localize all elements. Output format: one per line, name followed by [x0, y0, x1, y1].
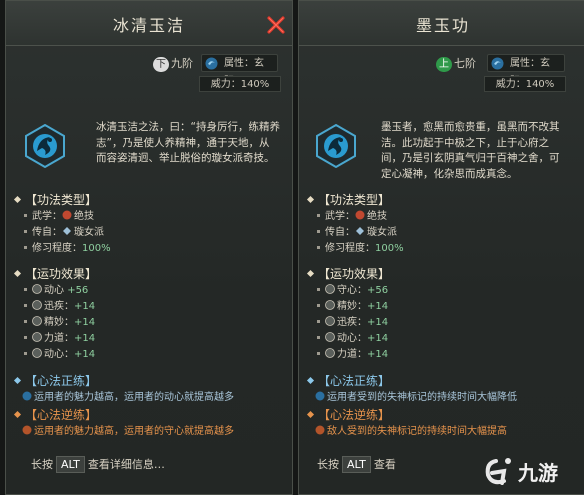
section-effects: 【运功效果】: [306, 266, 390, 282]
yin-swirl-icon: [315, 391, 325, 401]
positive-practice-text: 运用者受到的失神标记的持续时间大幅降低: [315, 391, 517, 405]
section-positive-practice: 【心法正练】: [306, 373, 390, 389]
speed-icon: [325, 316, 335, 326]
power-value: 威力：140%: [484, 76, 566, 92]
section-positive-practice: 【心法正练】: [13, 373, 97, 389]
yin-swirl-icon: [22, 391, 32, 401]
effect-line: 力道：+14: [22, 332, 95, 346]
desc-line: 洁。此功起于中极之下，止于心府之: [381, 136, 549, 149]
effect-line: 动心：+14: [22, 348, 95, 362]
fist-icon: [62, 210, 72, 220]
effect-line: 动心 +56: [22, 284, 88, 298]
desc-line: 墨玉者，愈黑而愈贵重，虽黑而不改其: [381, 121, 560, 133]
skill-emblem-icon: [25, 124, 65, 168]
strength-icon: [325, 348, 335, 358]
watermark-text: 九游: [517, 461, 558, 485]
attribute-tag: 属性：玄阴: [201, 54, 278, 87]
jiuyou-watermark-logo: 九游: [485, 458, 558, 485]
desc-line: 而容姿清迥、举止脱俗的璇女派奇技。: [96, 152, 275, 164]
skill-description: 墨玉者，愈黑而愈贵重，虽黑而不改其 洁。此功起于中极之下，止于心府之 间，乃是引…: [381, 120, 577, 182]
section-reverse-practice: 【心法逆练】: [13, 407, 97, 423]
alt-key: ALT: [342, 456, 371, 473]
heart-icon: [32, 348, 42, 358]
power-value: 威力：140%: [199, 76, 281, 92]
section-effects: 【运功效果】: [13, 266, 97, 282]
positive-practice-text: 运用者的魅力越高，运用者的动心就提高越多: [22, 391, 234, 405]
strength-icon: [32, 332, 42, 342]
sect-icon: [63, 227, 71, 235]
skill-icon: [32, 316, 42, 326]
grade-label: 七阶: [454, 57, 476, 70]
grade-indicator: 上七阶: [436, 55, 476, 72]
skill-icon: [325, 300, 335, 310]
hint-footer: 长按 ALT 查看详细信息…: [31, 456, 165, 473]
grade-indicator: 下九阶: [153, 55, 193, 72]
card-titlebar: 墨玉功: [299, 1, 584, 46]
heart-icon: [32, 284, 42, 294]
type-line-origin: 传自： 璇女派: [315, 226, 397, 240]
skill-emblem-icon: [316, 124, 356, 168]
desc-line: 志”，乃是使人养精神，通于天地，从: [96, 136, 270, 149]
reverse-practice-text: 敌人受到的失神标记的持续时间大幅提高: [315, 425, 507, 439]
section-skill-type: 【功法类型】: [13, 192, 97, 208]
desc-line: 间，乃是引玄阴真气归于百神之舍，可: [381, 152, 560, 164]
desc-line: 定心凝神，化杂思而成真念。: [381, 167, 518, 180]
effect-line: 精妙：+14: [22, 316, 95, 330]
skill-description: 冰清玉洁之法，曰：“持身厉行，练精养 志”，乃是使人养精神，通于天地，从 而容姿…: [96, 120, 286, 167]
attribute-tag: 属性：玄阴: [487, 54, 565, 87]
effect-line: 迅疾：+14: [22, 300, 95, 314]
effect-line: 动心：+14: [315, 332, 388, 346]
effect-line: 守心：+56: [315, 284, 388, 298]
card-title: 墨玉功: [415, 16, 470, 35]
card-titlebar: 冰清玉洁: [6, 1, 292, 46]
effect-line: 力道：+14: [315, 348, 388, 362]
effect-line: 精妙：+14: [315, 300, 388, 314]
hint-footer: 长按 ALT 查看: [317, 456, 396, 473]
fist-icon: [355, 210, 365, 220]
card-title: 冰清玉洁: [112, 16, 185, 35]
section-reverse-practice: 【心法逆练】: [306, 407, 390, 423]
close-icon[interactable]: [266, 15, 286, 35]
skill-card-left: 冰清玉洁 下九阶 属性：玄阴 威力：140% 冰清玉洁之法，曰：“持身厉行，练精…: [5, 0, 293, 495]
type-line-martial: 武学： 绝技: [22, 210, 94, 224]
flame-icon: [315, 425, 325, 435]
shield-icon: [325, 284, 335, 294]
flame-icon: [22, 425, 32, 435]
reverse-practice-text: 运用者的魅力越高，运用者的守心就提高越多: [22, 425, 234, 439]
yin-swirl-icon: [491, 57, 504, 70]
yin-swirl-icon: [205, 57, 218, 70]
type-line-mastery: 修习程度：100%: [22, 242, 111, 256]
skill-card-right: 墨玉功 上七阶 属性：玄阴 威力：140% 墨玉者，愈黑而愈贵重，虽黑而不改其 …: [298, 0, 584, 495]
effect-line: 迅疾：+14: [315, 316, 388, 330]
alt-key: ALT: [56, 456, 85, 473]
section-skill-type: 【功法类型】: [306, 192, 390, 208]
sect-icon: [356, 227, 364, 235]
speed-icon: [32, 300, 42, 310]
type-line-origin: 传自： 璇女派: [22, 226, 104, 240]
type-line-mastery: 修习程度：100%: [315, 242, 404, 256]
grade-label: 九阶: [171, 57, 193, 70]
type-line-martial: 武学： 绝技: [315, 210, 387, 224]
grade-badge: 上: [436, 56, 452, 72]
desc-line: 冰清玉洁之法，曰：“持身厉行，练精养: [96, 121, 280, 133]
grade-badge: 下: [153, 56, 169, 72]
heart-icon: [325, 332, 335, 342]
